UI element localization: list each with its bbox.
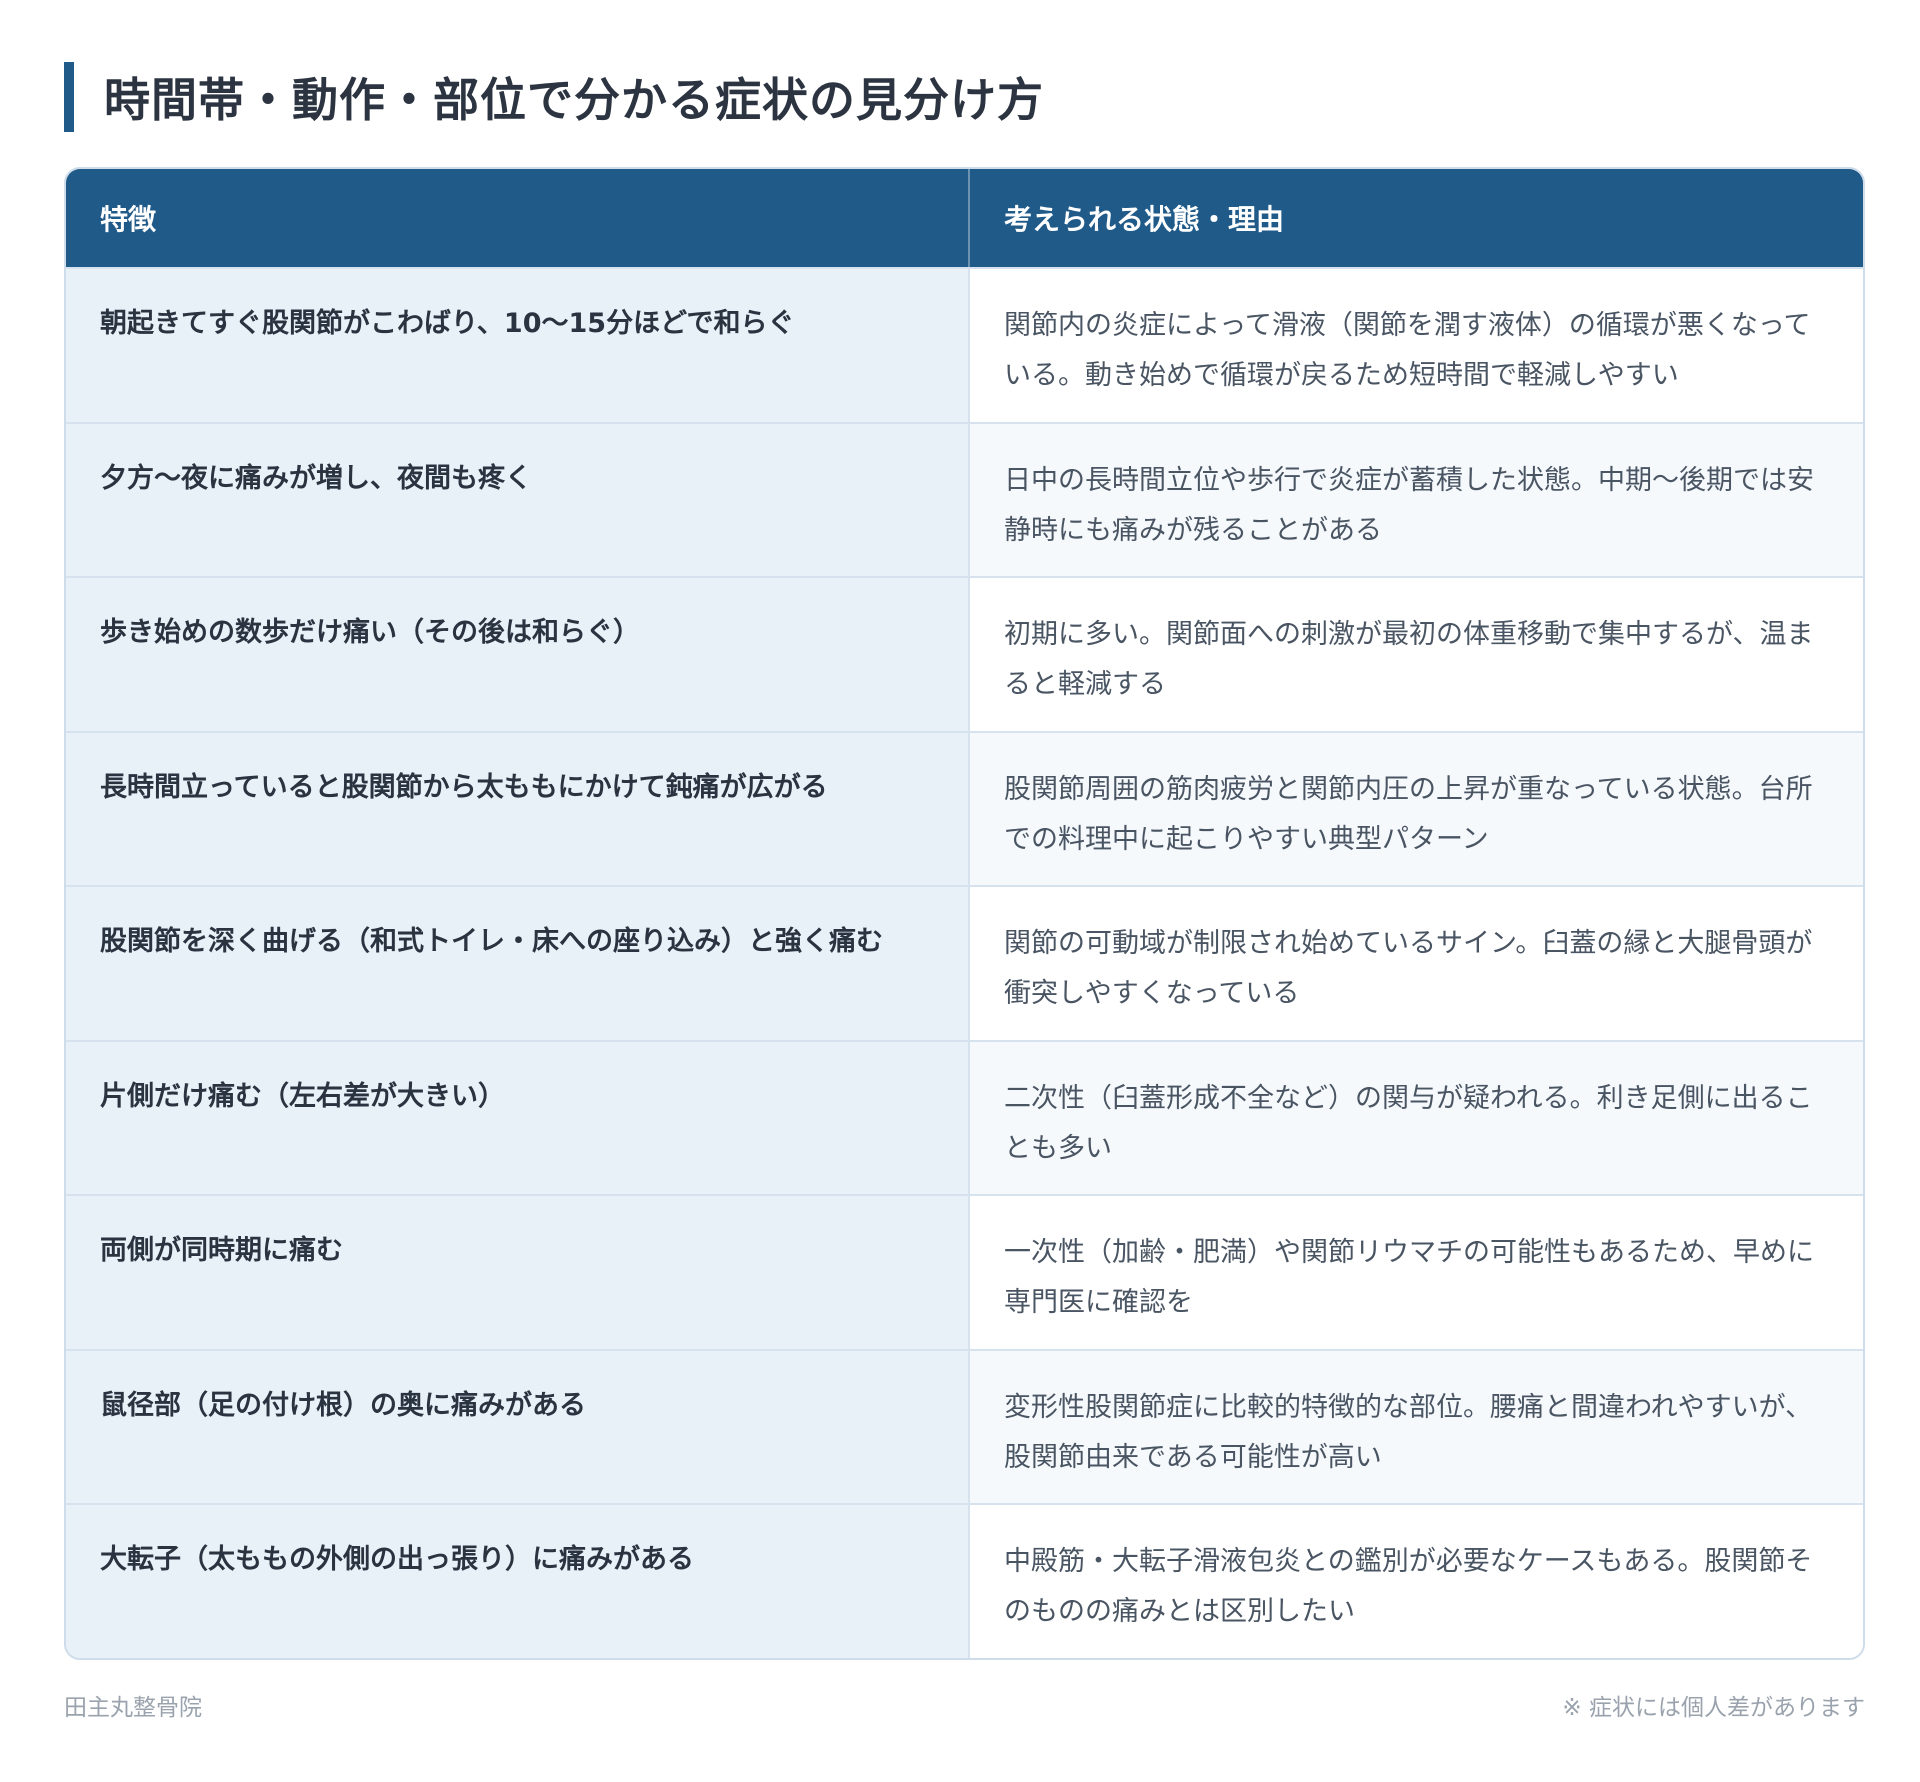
table-row: 歩き始めの数歩だけ痛い（その後は和らぐ） 初期に多い。関節面への刺激が最初の体重… <box>66 576 1863 731</box>
title-accent-bar <box>64 62 74 132</box>
feature-cell: 長時間立っていると股関節から太ももにかけて鈍痛が広がる <box>66 732 970 885</box>
reason-cell: 股関節周囲の筋肉疲労と関節内圧の上昇が重なっている状態。台所での料理中に起こりや… <box>970 732 1863 885</box>
reason-cell: 日中の長時間立位や歩行で炎症が蓄積した状態。中期〜後期では安静時にも痛みが残るこ… <box>970 423 1863 576</box>
symptom-table: 特徴 考えられる状態・理由 朝起きてすぐ股関節がこわばり、10〜15分ほどで和ら… <box>64 167 1865 1660</box>
feature-cell: 片側だけ痛む（左右差が大きい） <box>66 1041 970 1194</box>
disclaimer-note: ※ 症状には個人差があります <box>1562 1695 1865 1721</box>
table-row: 両側が同時期に痛む 一次性（加齢・肥満）や関節リウマチの可能性もあるため、早めに… <box>66 1194 1863 1349</box>
page-title-block: 時間帯・動作・部位で分かる症状の見分け方 <box>64 62 1044 132</box>
table-row: 大転子（太ももの外側の出っ張り）に痛みがある 中殿筋・大転子滑液包炎との鑑別が必… <box>66 1503 1863 1658</box>
header-feature: 特徴 <box>66 169 970 267</box>
feature-cell: 鼠径部（足の付け根）の奥に痛みがある <box>66 1350 970 1503</box>
feature-cell: 大転子（太ももの外側の出っ張り）に痛みがある <box>66 1505 970 1658</box>
page-title: 時間帯・動作・部位で分かる症状の見分け方 <box>104 73 1044 127</box>
feature-cell: 両側が同時期に痛む <box>66 1196 970 1349</box>
reason-cell: 一次性（加齢・肥満）や関節リウマチの可能性もあるため、早めに専門医に確認を <box>970 1196 1863 1349</box>
table-row: 股関節を深く曲げる（和式トイレ・床への座り込み）と強く痛む 関節の可動域が制限さ… <box>66 885 1863 1040</box>
table-row: 鼠径部（足の付け根）の奥に痛みがある 変形性股関節症に比較的特徴的な部位。腰痛と… <box>66 1348 1863 1503</box>
feature-cell: 歩き始めの数歩だけ痛い（その後は和らぐ） <box>66 578 970 731</box>
reason-cell: 関節の可動域が制限され始めているサイン。臼蓋の縁と大腿骨頭が衝突しやすくなってい… <box>970 887 1863 1040</box>
table-header: 特徴 考えられる状態・理由 <box>66 169 1863 267</box>
table-row: 朝起きてすぐ股関節がこわばり、10〜15分ほどで和らぐ 関節内の炎症によって滑液… <box>66 267 1863 422</box>
feature-cell: 朝起きてすぐ股関節がこわばり、10〜15分ほどで和らぐ <box>66 269 970 422</box>
table-row: 夕方〜夜に痛みが増し、夜間も疼く 日中の長時間立位や歩行で炎症が蓄積した状態。中… <box>66 421 1863 576</box>
feature-cell: 夕方〜夜に痛みが増し、夜間も疼く <box>66 423 970 576</box>
reason-cell: 中殿筋・大転子滑液包炎との鑑別が必要なケースもある。股関節そのものの痛みとは区別… <box>970 1505 1863 1658</box>
table-row: 長時間立っていると股関節から太ももにかけて鈍痛が広がる 股関節周囲の筋肉疲労と関… <box>66 730 1863 885</box>
clinic-name: 田主丸整骨院 <box>64 1695 202 1721</box>
reason-cell: 初期に多い。関節面への刺激が最初の体重移動で集中するが、温まると軽減する <box>970 578 1863 731</box>
reason-cell: 二次性（臼蓋形成不全など）の関与が疑われる。利き足側に出ることも多い <box>970 1041 1863 1194</box>
header-reason: 考えられる状態・理由 <box>1004 203 1285 236</box>
reason-cell: 変形性股関節症に比較的特徴的な部位。腰痛と間違われやすいが、股関節由来である可能… <box>970 1350 1863 1503</box>
table-row: 片側だけ痛む（左右差が大きい） 二次性（臼蓋形成不全など）の関与が疑われる。利き… <box>66 1039 1863 1194</box>
feature-cell: 股関節を深く曲げる（和式トイレ・床への座り込み）と強く痛む <box>66 887 970 1040</box>
reason-cell: 関節内の炎症によって滑液（関節を潤す液体）の循環が悪くなっている。動き始めで循環… <box>970 269 1863 422</box>
